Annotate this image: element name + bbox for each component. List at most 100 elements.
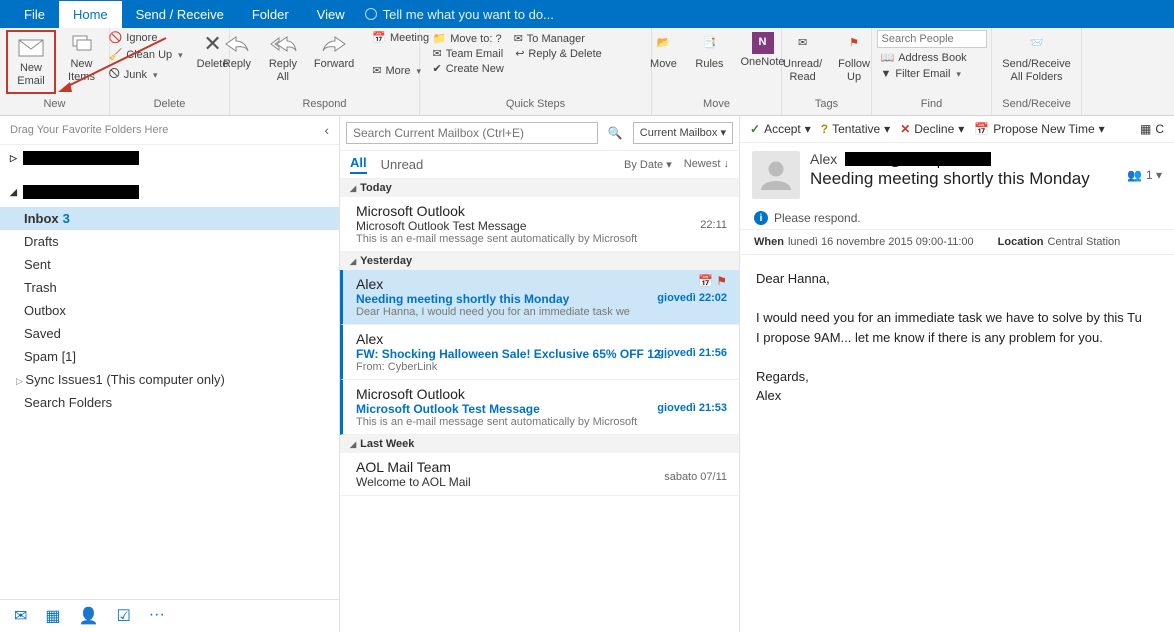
address-book-button[interactable]: 📖Address Book	[877, 50, 987, 65]
ignore-button[interactable]: 🚫Ignore	[105, 30, 187, 45]
calendar-icon: 📅	[372, 31, 386, 44]
recipients-button[interactable]: 👥1 ▾	[1127, 151, 1162, 199]
broom-icon: 🧹	[109, 48, 123, 61]
search-people-input[interactable]	[877, 30, 987, 48]
move-folder-icon: 📂	[648, 32, 678, 56]
folder-inbox[interactable]: Inbox3	[0, 207, 339, 230]
message-item[interactable]: Alex FW: Shocking Halloween Sale! Exclus…	[340, 325, 739, 380]
accept-button[interactable]: ✓Accept ▾	[750, 122, 811, 136]
response-bar: ✓Accept ▾ ?Tentative ▾ ✕Decline ▾ 📅Propo…	[740, 116, 1174, 143]
avatar	[752, 151, 800, 199]
main-area: Drag Your Favorite Folders Here ‹ ▷user1…	[0, 116, 1174, 632]
group-today[interactable]: Today	[340, 179, 739, 197]
favorites-drop[interactable]: Drag Your Favorite Folders Here ‹	[0, 116, 339, 145]
tab-folder[interactable]: Folder	[238, 1, 303, 28]
qs-to-manager[interactable]: ✉To Manager	[514, 32, 585, 45]
search-icon[interactable]: 🔍	[602, 126, 629, 140]
tab-home[interactable]: Home	[59, 1, 122, 28]
folder-sent[interactable]: Sent	[0, 253, 339, 276]
new-email-button[interactable]: New Email	[10, 34, 52, 90]
follow-up-button[interactable]: ⚑Follow Up	[832, 30, 876, 86]
mail-icon	[16, 36, 46, 60]
move-button[interactable]: 📂Move	[642, 30, 684, 73]
folder-outbox[interactable]: Outbox	[0, 299, 339, 322]
tab-file[interactable]: File	[10, 1, 59, 28]
view-calendar-button[interactable]: ▦C	[1140, 122, 1164, 136]
cal-icon: ▦	[1140, 122, 1151, 136]
folder-spam[interactable]: Spam [1]	[0, 345, 339, 368]
sort-newest[interactable]: Newest ↓	[684, 158, 729, 171]
from-name: Alex	[810, 151, 837, 167]
sort-by-date[interactable]: By Date ▾	[624, 158, 672, 171]
group-find: 📖Address Book ▼Filter Email Find	[872, 28, 992, 115]
collapse-icon[interactable]: ‹	[324, 122, 329, 138]
nav-more-icon[interactable]: ···	[149, 606, 165, 626]
flag-icon: ⚑	[839, 32, 869, 56]
tab-send-receive[interactable]: Send / Receive	[122, 1, 238, 28]
tab-view[interactable]: View	[303, 1, 359, 28]
unread-read-button[interactable]: ✉Unread/ Read	[777, 30, 828, 86]
flag-icon[interactable]: ⚑	[716, 274, 727, 288]
group-last-week[interactable]: Last Week	[340, 435, 739, 453]
ignore-icon: 🚫	[109, 31, 123, 44]
account-1-label: user1@example.one	[23, 151, 139, 165]
reply-button[interactable]: Reply	[216, 30, 258, 73]
account-1[interactable]: ▷user1@example.one	[0, 145, 339, 171]
qs-team-email[interactable]: ✉Team Email	[433, 47, 504, 60]
message-item[interactable]: Microsoft Outlook Microsoft Outlook Test…	[340, 197, 739, 252]
qs-reply-delete[interactable]: ↩Reply & Delete	[515, 47, 602, 60]
more-icon: ✉	[372, 64, 381, 77]
folder-sync-issues[interactable]: ▷ Sync Issues1 (This computer only)	[0, 368, 339, 391]
propose-time-button[interactable]: 📅Propose New Time ▾	[974, 122, 1104, 136]
from-address: <user3@example.one>	[845, 152, 991, 166]
filter-row: All Unread By Date ▾ Newest ↓	[340, 151, 739, 179]
subject-line: Needing meeting shortly this Monday	[810, 169, 1117, 189]
folder-pane: Drag Your Favorite Folders Here ‹ ▷user1…	[0, 116, 340, 632]
title-tabs: File Home Send / Receive Folder View Tel…	[0, 0, 1174, 28]
message-item[interactable]: Microsoft Outlook Microsoft Outlook Test…	[340, 380, 739, 435]
filter-all[interactable]: All	[350, 155, 367, 174]
rules-icon: 📑	[694, 32, 724, 56]
qs-create-new[interactable]: ✔Create New	[433, 62, 504, 75]
folder-trash[interactable]: Trash	[0, 276, 339, 299]
qs-move-to[interactable]: 📁Move to: ?	[433, 32, 502, 45]
send-receive-all-button[interactable]: 📨Send/Receive All Folders	[996, 30, 1077, 86]
group-yesterday[interactable]: Yesterday	[340, 252, 739, 270]
reply-icon	[222, 32, 252, 56]
search-mailbox-input[interactable]	[346, 122, 598, 144]
nav-calendar-icon[interactable]: ▦	[45, 606, 60, 626]
account-2[interactable]: ◢user2@example.one	[0, 179, 339, 205]
meeting-meta: Whenlunedì 16 novembre 2015 09:00-11:00 …	[740, 229, 1174, 255]
new-items-button[interactable]: New Items	[60, 30, 103, 86]
folder-drafts[interactable]: Drafts	[0, 230, 339, 253]
nav-mail-icon[interactable]: ✉	[14, 606, 27, 626]
message-body: Dear Hanna, I would need you for an imme…	[740, 255, 1174, 420]
filter-email-button[interactable]: ▼Filter Email	[877, 67, 987, 81]
rules-button[interactable]: 📑Rules	[688, 30, 730, 73]
decline-button[interactable]: ✕Decline ▾	[900, 122, 964, 136]
message-item-selected[interactable]: 📅 ⚑ Alex Needing meeting shortly this Mo…	[340, 270, 739, 325]
forward-icon	[319, 32, 349, 56]
reply-delete-icon: ↩	[515, 47, 524, 60]
cleanup-button[interactable]: 🧹Clean Up	[105, 47, 187, 62]
nav-people-icon[interactable]: 👤	[79, 606, 99, 626]
tell-me-search[interactable]: Tell me what you want to do...	[365, 7, 554, 22]
to-manager-icon: ✉	[514, 32, 523, 45]
forward-button[interactable]: Forward	[308, 30, 360, 73]
info-icon: i	[754, 211, 768, 225]
message-item[interactable]: AOL Mail Team Welcome to AOL Mail sabato…	[340, 453, 739, 496]
tentative-button[interactable]: ?Tentative ▾	[821, 122, 890, 136]
nav-tasks-icon[interactable]: ☑	[116, 606, 130, 626]
search-scope-dropdown[interactable]: Current Mailbox ▾	[633, 122, 733, 144]
send-receive-icon: 📨	[1022, 32, 1052, 56]
folder-saved[interactable]: Saved	[0, 322, 339, 345]
folder-tree: Inbox3 Drafts Sent Trash Outbox Saved Sp…	[0, 205, 339, 420]
junk-button[interactable]: 🛇Junk	[105, 64, 187, 85]
onenote-icon: N	[752, 32, 774, 54]
reply-all-button[interactable]: Reply All	[262, 30, 304, 86]
ribbon: New Email New Items New 🚫Ignore 🧹Clean U…	[0, 28, 1174, 116]
folder-move-icon: 📁	[433, 32, 447, 45]
filter-unread[interactable]: Unread	[381, 157, 424, 172]
reply-all-icon	[268, 32, 298, 56]
folder-search-folders[interactable]: Search Folders	[0, 391, 339, 414]
